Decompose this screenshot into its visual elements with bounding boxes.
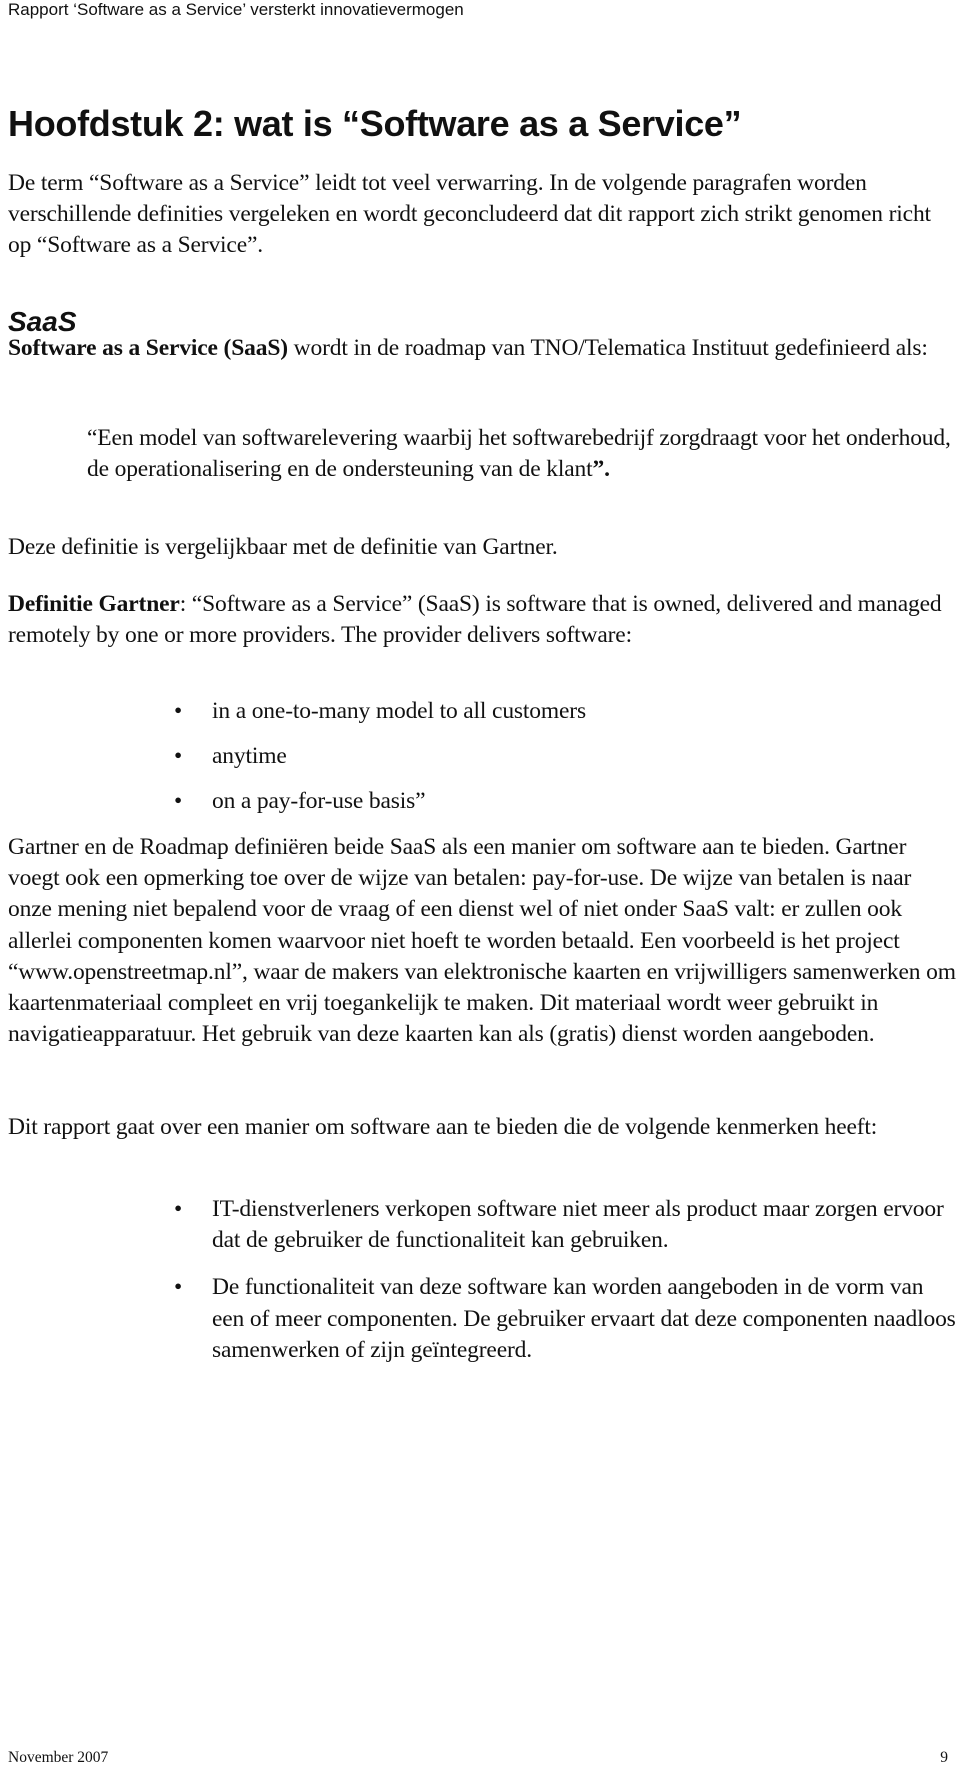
bullet-icon: • xyxy=(173,698,183,724)
roadmap-quote-text: “Een model van softwarelevering waarbij … xyxy=(87,425,951,483)
list-item-text: IT-dienstverleners verkopen software nie… xyxy=(212,1196,944,1254)
gartner-definition-paragraph: Definitie Gartner: “Software as a Servic… xyxy=(8,589,958,651)
bullet-icon: • xyxy=(173,788,183,814)
list-item-text: in a one-to-many model to all customers xyxy=(212,698,586,724)
roadmap-quote-closing: ”. xyxy=(592,456,610,483)
footer-date: November 2007 xyxy=(8,1749,109,1766)
list-item: • on a pay-for-use basis” xyxy=(0,786,957,817)
comparison-paragraph: Deze definitie is vergelijkbaar met de d… xyxy=(8,534,558,560)
gartner-definition-term: Definitie Gartner xyxy=(8,591,180,617)
bullet-icon: • xyxy=(173,1274,183,1301)
scope-intro-paragraph: Dit rapport gaat over een manier om soft… xyxy=(8,1114,878,1140)
discussion-paragraph: Gartner en de Roadmap definiëren beide S… xyxy=(8,834,956,1048)
bullet-icon: • xyxy=(173,743,183,769)
chapter-title: Hoofdstuk 2: wat is “Software as a Servi… xyxy=(8,103,742,144)
intro-paragraph: De term “Software as a Service” leidt to… xyxy=(8,170,931,259)
roadmap-definition-text: wordt in de roadmap van TNO/Telematica I… xyxy=(287,335,928,361)
gartner-bullet-list: • in a one-to-many model to all customer… xyxy=(0,696,957,831)
list-item: • De functionaliteit van deze software k… xyxy=(0,1272,957,1366)
list-item: • anytime xyxy=(0,741,957,772)
running-header: Rapport ‘Software as a Service’ versterk… xyxy=(8,0,464,19)
list-item: • in a one-to-many model to all customer… xyxy=(0,696,957,727)
list-item-text: anytime xyxy=(212,743,287,769)
roadmap-definition-paragraph: Software as a Service (SaaS) wordt in de… xyxy=(8,333,958,364)
scope-bullet-list: • IT-dienstverleners verkopen software n… xyxy=(0,1194,957,1382)
list-item-text: on a pay-for-use basis” xyxy=(212,788,426,814)
roadmap-quote: “Een model van softwarelevering waarbij … xyxy=(87,423,957,485)
list-item: • IT-dienstverleners verkopen software n… xyxy=(0,1194,957,1256)
list-item-text: De functionaliteit van deze software kan… xyxy=(212,1274,956,1363)
page-number: 9 xyxy=(940,1749,948,1766)
roadmap-definition-term: Software as a Service (SaaS) xyxy=(8,335,288,361)
bullet-icon: • xyxy=(173,1196,183,1222)
